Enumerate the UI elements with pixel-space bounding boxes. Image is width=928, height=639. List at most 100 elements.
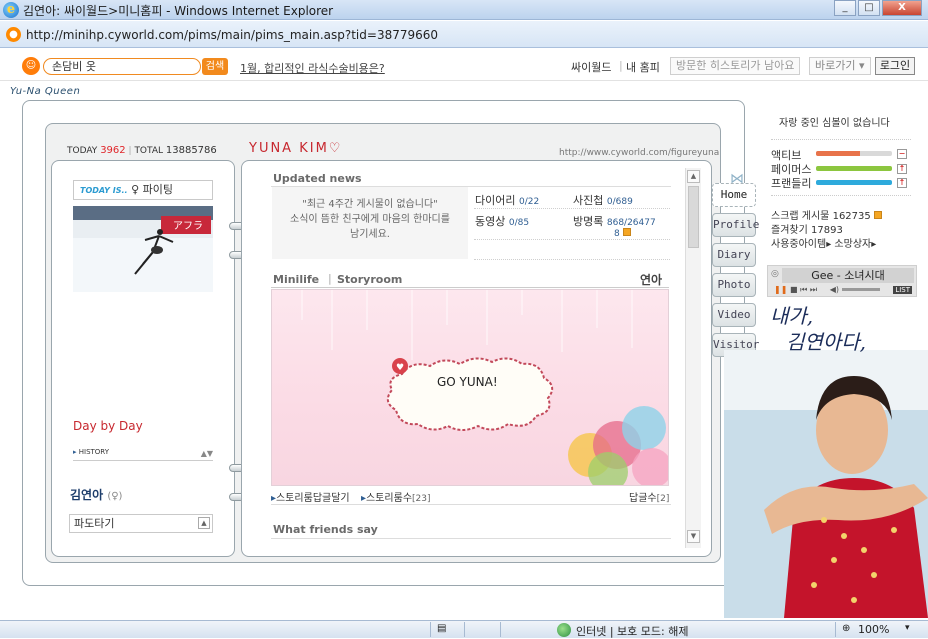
storyroom-reply-link[interactable]: ▸스토리룸답글달기 (271, 489, 350, 504)
mood-text: 파이팅 (142, 183, 174, 196)
video-stat[interactable]: 동영상 0/85 (475, 213, 529, 229)
guestbook-new: 8 (614, 226, 632, 239)
wave-select[interactable]: 파도타기 ▲ (69, 514, 213, 533)
divider (835, 622, 836, 637)
active-meter-fill (816, 151, 861, 156)
today-label: TODAY (67, 146, 98, 156)
mood-icon: ♀ (131, 183, 140, 196)
svg-text:アフラ: アフラ (173, 220, 203, 232)
skater-photo-drawing: アフラ (73, 206, 213, 292)
diary-stat[interactable]: 다이어리 0/22 (475, 192, 539, 208)
wish-link[interactable]: 소망상자 (834, 239, 871, 250)
news-message-line3: 남기세요. (350, 229, 390, 240)
cyworld-link[interactable]: 싸이월드 (571, 59, 611, 75)
handwriting-line2: 김연아다, (786, 330, 866, 354)
history-toggle-icon[interactable]: ▲▼ (201, 449, 213, 458)
divider (771, 139, 911, 140)
zoom-level[interactable]: 100% (858, 623, 889, 636)
tab-video[interactable]: Video (712, 303, 756, 327)
scroll-down-icon[interactable]: ▼ (687, 530, 700, 543)
guestbook-new-count: 8 (614, 229, 620, 239)
active-meter (816, 151, 892, 156)
visited-history-box[interactable]: 방문한 히스토리가 남아요 (670, 57, 801, 75)
tab-diary[interactable]: Diary (712, 243, 756, 267)
storyroom-tab[interactable]: Storyroom (337, 273, 402, 286)
scrap-posts[interactable]: 스크랩 게시물 162735 (771, 207, 882, 222)
visitor-counter: TODAY 3962 | TOTAL 13885786 (67, 145, 217, 156)
total-count: 13885786 (165, 145, 217, 156)
video-label: 동영상 (475, 215, 506, 228)
maximize-icon[interactable]: □ (858, 0, 880, 16)
ad-link[interactable]: 1월, 합리적인 라식수술비용은? (240, 60, 385, 76)
famous-meter-fill (816, 166, 892, 171)
reply-count-link[interactable]: 답글수[2] (629, 489, 669, 504)
arrow-up-icon[interactable]: ↑ (897, 178, 907, 188)
history-bar[interactable]: ▸ HISTORY ▲▼ (73, 448, 213, 461)
ie-logo-icon: e (3, 2, 19, 18)
guestbook-label: 방명록 (573, 215, 604, 228)
prev-icon[interactable]: ⏮ (800, 285, 807, 294)
wave-label: 파도타기 (74, 517, 115, 530)
next-icon[interactable]: ⏭ (810, 285, 817, 294)
diary-count: 0/22 (518, 197, 540, 207)
skater-photo (724, 350, 928, 618)
items-link[interactable]: 사용중아이템 (771, 239, 826, 250)
tab-profile[interactable]: Profile (712, 213, 759, 237)
address-bar: ● http://minihp.cyworld.com/pims/main/pi… (0, 21, 928, 48)
storyroom-count: [23] (412, 494, 431, 504)
close-icon[interactable]: X (882, 0, 922, 16)
divider: | (619, 59, 623, 72)
login-button[interactable]: 로그인 (875, 57, 915, 75)
divider (271, 504, 671, 505)
scroll-up-icon[interactable]: ▲ (687, 170, 700, 183)
news-message-line2: 소식이 뜸한 친구에게 마음의 한마디를 (290, 214, 450, 225)
miniroom-bubble-text: GO YUNA! (437, 375, 498, 389)
goto-dropdown[interactable]: 바로가기 ▾ (809, 57, 871, 75)
homepage-url[interactable]: http://www.cyworld.com/figureyuna (559, 148, 719, 158)
minimize-icon[interactable]: _ (834, 0, 856, 16)
tab-photo[interactable]: Photo (712, 273, 756, 297)
scroll-thumb[interactable] (688, 186, 699, 248)
owner-gender: (♀) (107, 491, 123, 502)
history-arrow-icon: ▸ (73, 448, 77, 456)
my-home-link[interactable]: 내 홈피 (626, 59, 660, 75)
video-count: 0/85 (508, 218, 530, 228)
security-zone[interactable]: 인터넷 | 보호 모드: 해제 (576, 623, 688, 639)
today-count: 3962 (100, 145, 126, 156)
photo-count: 0/689 (606, 197, 633, 207)
search-button[interactable]: 검색 (202, 58, 228, 75)
volume-slider[interactable] (841, 288, 880, 291)
cyworld-topbar: ☺ 손담비 옷 검색 1월, 합리적인 라식수술비용은? 싸이월드 | 내 홈피… (0, 53, 928, 81)
favorites[interactable]: 즐겨찾기 17893 (771, 221, 843, 236)
storyroom-count-link[interactable]: ▸스토리룸수[23] (361, 489, 431, 504)
minus-icon[interactable]: − (897, 149, 907, 159)
what-friends-say-title: What friends say (273, 523, 378, 536)
new-badge-icon (873, 211, 882, 219)
song-title[interactable]: Gee - 소녀시대 (782, 268, 914, 283)
tab-home[interactable]: Home (712, 183, 756, 207)
divider (271, 287, 669, 288)
divider (474, 239, 670, 240)
list-button[interactable]: LIST (893, 286, 912, 294)
updated-news-box: "최근 4주간 게시물이 없습니다" 소식이 뜸한 친구에게 마음의 한마디를 … (272, 187, 468, 259)
divider (474, 259, 670, 260)
stop-icon[interactable]: ■ (790, 285, 798, 294)
arrow-up-icon[interactable]: ↑ (897, 164, 907, 174)
profile-photo[interactable]: アフラ (73, 206, 213, 292)
volume-icon[interactable]: ◀) (830, 285, 839, 294)
site-favicon-icon: ● (6, 27, 21, 42)
divider (271, 538, 671, 539)
chevron-down-icon[interactable]: ▾ (905, 623, 910, 633)
minilife-tab[interactable]: Minilife (273, 273, 319, 286)
photo-stat[interactable]: 사진첩 0/689 (573, 192, 633, 208)
url-field[interactable]: http://minihp.cyworld.com/pims/main/pims… (26, 28, 438, 42)
chevron-up-icon[interactable]: ▲ (198, 517, 210, 529)
cyworld-logo-icon[interactable]: ☺ (22, 57, 40, 75)
pause-icon[interactable]: ❚❚ (774, 285, 787, 294)
famous-meter (816, 166, 892, 171)
history-label: HISTORY (78, 448, 109, 456)
search-input[interactable]: 손담비 옷 (43, 58, 201, 75)
content-scrollbar[interactable]: ▲ ▼ (685, 168, 701, 548)
chevron-down-icon: ▾ (858, 59, 865, 72)
updated-news-title: Updated news (273, 172, 362, 185)
